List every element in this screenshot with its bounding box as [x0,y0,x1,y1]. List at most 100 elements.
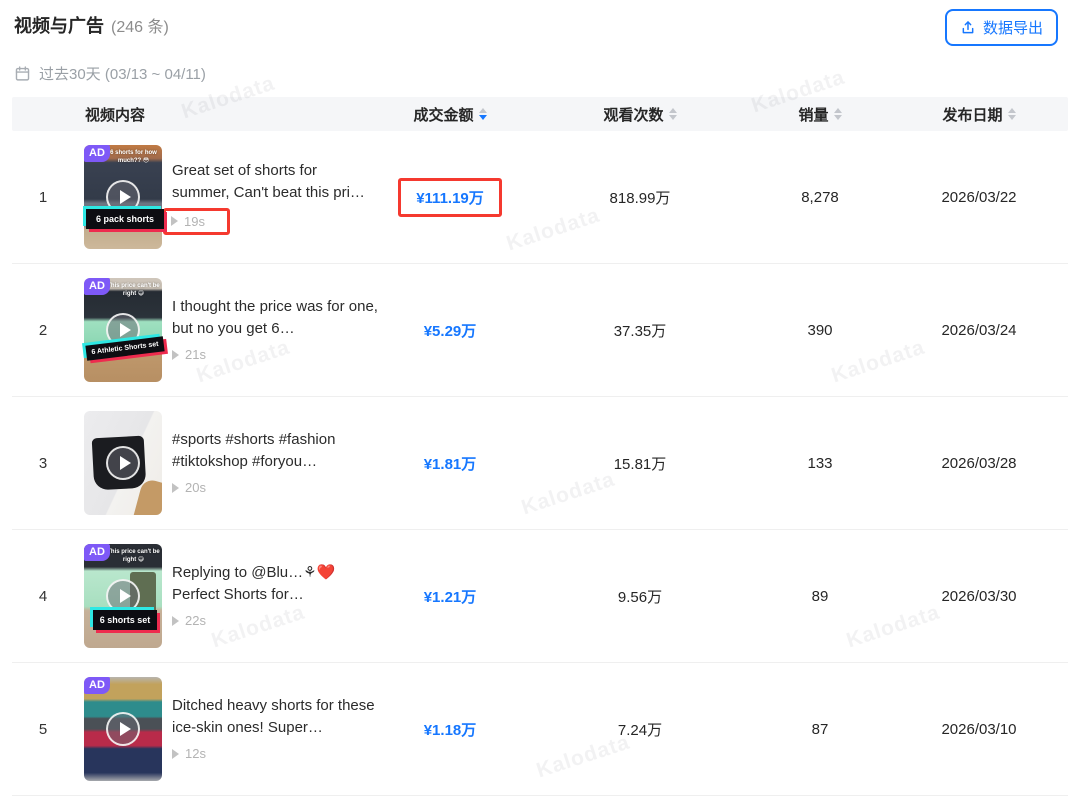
sort-carets-icon[interactable] [669,108,677,120]
play-icon [106,712,140,746]
duration-row: 20s [172,480,206,495]
tiktok-text-banner: 6 shorts set [93,610,157,630]
th-video-content: 视频内容 [74,104,370,125]
table-row: 4 AD This price can't be right 😅 6 short… [12,530,1068,663]
video-meta: #sports #shorts #fashion #tiktokshop #fo… [172,429,378,497]
data-export-button[interactable]: 数据导出 [945,9,1058,46]
publish-date: 2026/03/22 [890,189,1068,206]
video-duration: 20s [185,480,206,495]
thumbnail-caption: This price can't be right 😅 [107,548,160,564]
row-rank: 1 [12,189,74,206]
video-meta: Ditched heavy shorts for these ice-skin … [172,695,378,763]
row-rank: 5 [12,721,74,738]
export-icon [960,20,976,36]
ad-badge: AD [84,677,110,694]
sales-volume: 8,278 [750,189,890,206]
video-title[interactable]: Replying to @Blu…⚘❤️ Perfect Shorts for… [172,562,378,606]
sales-volume: 89 [750,588,890,605]
thumbnail-caption: 6 shorts for how much?? 😳 [107,149,160,165]
table-row: 3 #sports #shorts #fashion #tiktokshop #… [12,397,1068,530]
transaction-amount: ¥5.29万 [370,320,530,341]
video-duration: 22s [185,613,206,628]
thumbnail-caption: This price can't be right 😅 [107,282,160,298]
duration-row: 21s [172,347,206,362]
view-count: 9.56万 [530,586,750,607]
row-rank: 3 [12,455,74,472]
duration-play-icon [172,350,179,360]
th-view-count[interactable]: 观看次数 [530,104,750,125]
video-thumbnail[interactable]: AD 6 shorts for how much?? 😳 6 pack shor… [84,145,162,249]
sort-carets-icon[interactable] [1008,108,1016,120]
video-meta: Great set of shorts for summer, Can't be… [172,160,378,235]
sort-carets-icon[interactable] [479,108,487,120]
videos-table: 视频内容 成交金额 观看次数 销量 发布日期 1 AD 6 shorts for… [12,97,1068,796]
video-thumbnail[interactable] [84,411,162,515]
th-sales-volume[interactable]: 销量 [750,104,890,125]
th-label: 销量 [798,104,828,125]
row-rank: 4 [12,588,74,605]
th-label: 发布日期 [942,104,1002,125]
ad-badge: AD [84,544,110,561]
video-duration: 21s [185,347,206,362]
red-highlight-box: 19s [163,208,230,235]
date-range-label: 过去30天 (03/13 ~ 04/11) [39,63,206,84]
play-icon [106,446,140,480]
export-button-label: 数据导出 [983,17,1043,38]
sort-carets-icon[interactable] [834,108,842,120]
video-meta: I thought the price was for one, but no … [172,296,378,364]
ad-badge: AD [84,145,110,162]
transaction-amount: ¥1.18万 [370,719,530,740]
page-title: 视频与广告 [14,12,104,38]
video-content-cell: #sports #shorts #fashion #tiktokshop #fo… [74,411,370,515]
video-content-cell: AD This price can't be right 😅 6 Athleti… [74,278,370,382]
video-content-cell: AD This price can't be right 😅 6 shorts … [74,544,370,648]
table-row: 2 AD This price can't be right 😅 6 Athle… [12,264,1068,397]
publish-date: 2026/03/30 [890,588,1068,605]
video-thumbnail[interactable]: AD This price can't be right 😅 6 shorts … [84,544,162,648]
duration-row: 22s [172,613,206,628]
sales-volume: 87 [750,721,890,738]
video-thumbnail[interactable]: AD [84,677,162,781]
amount-cell: ¥111.19万 [370,178,530,217]
video-title[interactable]: Great set of shorts for summer, Can't be… [172,160,378,204]
title-group: 视频与广告 (246 条) [14,9,169,38]
th-transaction-amount[interactable]: 成交金额 [370,104,530,125]
publish-date: 2026/03/28 [890,455,1068,472]
publish-date: 2026/03/10 [890,721,1068,738]
play-icon [106,579,140,613]
video-thumbnail[interactable]: AD This price can't be right 😅 6 Athleti… [84,278,162,382]
duration-row: 12s [172,746,206,761]
video-content-cell: AD Ditched heavy shorts for these ice-sk… [74,677,370,781]
sales-volume: 390 [750,322,890,339]
duration-play-icon [171,216,178,226]
ad-badge: AD [84,278,110,295]
date-range-filter[interactable]: 过去30天 (03/13 ~ 04/11) [0,46,1080,97]
row-rank: 2 [12,322,74,339]
duration-play-icon [172,749,179,759]
th-label: 观看次数 [603,104,663,125]
video-duration: 19s [184,214,205,229]
transaction-amount: ¥1.21万 [370,586,530,607]
video-duration: 12s [185,746,206,761]
video-meta: Replying to @Blu…⚘❤️ Perfect Shorts for…… [172,562,378,630]
view-count: 37.35万 [530,320,750,341]
video-content-cell: AD 6 shorts for how much?? 😳 6 pack shor… [74,145,370,249]
video-title[interactable]: I thought the price was for one, but no … [172,296,378,340]
table-header-row: 视频内容 成交金额 观看次数 销量 发布日期 [12,97,1068,131]
video-title[interactable]: #sports #shorts #fashion #tiktokshop #fo… [172,429,378,473]
table-row: 1 AD 6 shorts for how much?? 😳 6 pack sh… [12,131,1068,264]
page-header: 视频与广告 (246 条) 数据导出 [0,0,1080,46]
duration-play-icon [172,616,179,626]
table-row: 5 AD Ditched heavy shorts for these ice-… [12,663,1068,796]
view-count: 7.24万 [530,719,750,740]
view-count: 818.99万 [530,187,750,208]
video-title[interactable]: Ditched heavy shorts for these ice-skin … [172,695,378,739]
view-count: 15.81万 [530,453,750,474]
red-highlight-box: ¥111.19万 [398,178,502,217]
th-publish-date[interactable]: 发布日期 [890,104,1068,125]
item-count: (246 条) [111,13,169,37]
publish-date: 2026/03/24 [890,322,1068,339]
sales-volume: 133 [750,455,890,472]
duration-play-icon [172,483,179,493]
th-label: 成交金额 [413,104,473,125]
